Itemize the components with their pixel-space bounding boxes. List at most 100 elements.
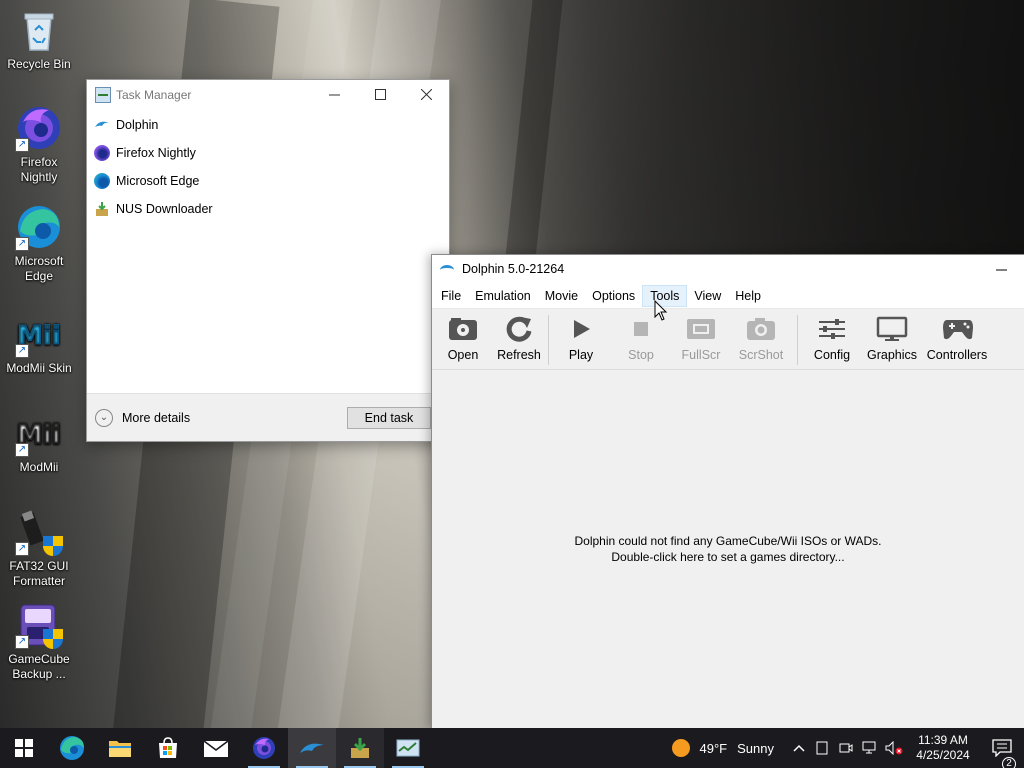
desktop-icon-microsoft-edge[interactable]: ↗ Microsoft Edge bbox=[1, 203, 77, 284]
start-button[interactable] bbox=[0, 728, 48, 768]
desktop-icon-modmii-skin[interactable]: Mii ↗ ModMii Skin bbox=[1, 310, 77, 376]
fullscreen-icon bbox=[685, 315, 717, 343]
refresh-label: Refresh bbox=[497, 348, 541, 362]
menu-help[interactable]: Help bbox=[728, 285, 768, 307]
stop-button[interactable]: Stop bbox=[609, 315, 673, 362]
app-item-microsoft-edge[interactable]: Microsoft Edge bbox=[87, 167, 449, 195]
uac-shield-icon bbox=[43, 536, 63, 556]
shortcut-arrow-icon: ↗ bbox=[15, 344, 29, 358]
graphics-button[interactable]: Graphics bbox=[862, 315, 922, 362]
task-manager-window[interactable]: Task Manager Dolphin Firefox Nightly Mic… bbox=[86, 79, 450, 442]
app-name: NUS Downloader bbox=[116, 202, 213, 216]
taskbar-dolphin[interactable] bbox=[288, 728, 336, 768]
maximize-button[interactable] bbox=[357, 80, 403, 109]
toolbar-separator bbox=[797, 315, 798, 365]
minimize-button[interactable] bbox=[978, 255, 1024, 283]
toolbar-separator bbox=[548, 315, 549, 365]
taskbar-task-manager[interactable] bbox=[384, 728, 432, 768]
camera-meeting-icon[interactable] bbox=[834, 742, 858, 754]
network-icon[interactable] bbox=[858, 741, 882, 755]
chevron-down-icon[interactable]: ⌄ bbox=[95, 408, 113, 427]
play-button[interactable]: Play bbox=[553, 315, 609, 362]
fullscreen-button[interactable]: FullScr bbox=[673, 315, 729, 362]
window-title: Task Manager bbox=[116, 87, 192, 102]
desktop-icon-label: FAT32 GUI Formatter bbox=[9, 559, 69, 588]
desktop-icon-fat32-gui-formatter[interactable]: ↗ FAT32 GUI Formatter bbox=[1, 508, 77, 589]
desktop-icon-modmii[interactable]: Mii ↗ ModMii bbox=[1, 409, 77, 475]
monitor-icon bbox=[876, 315, 908, 343]
menu-movie[interactable]: Movie bbox=[538, 285, 585, 307]
volume-muted-icon[interactable] bbox=[882, 741, 906, 755]
mouse-cursor-icon bbox=[654, 300, 668, 321]
dolphin-titlebar[interactable]: Dolphin 5.0-21264 bbox=[432, 255, 1024, 283]
clock-time: 11:39 AM bbox=[918, 733, 968, 747]
desktop-icon-label: GameCube Backup ... bbox=[8, 652, 70, 681]
recycle-bin-icon bbox=[15, 6, 63, 54]
clock[interactable]: 11:39 AM 4/25/2024 bbox=[906, 733, 980, 763]
notifications-button[interactable]: 2 bbox=[980, 739, 1024, 768]
weather-sun-icon[interactable] bbox=[668, 738, 694, 758]
app-item-dolphin[interactable]: Dolphin bbox=[87, 111, 449, 139]
more-details-link[interactable]: More details bbox=[122, 411, 190, 425]
app-item-firefox-nightly[interactable]: Firefox Nightly bbox=[87, 139, 449, 167]
app-name: Dolphin bbox=[116, 118, 159, 132]
desktop-icon-label: Firefox Nightly bbox=[20, 155, 58, 184]
edge-icon: ↗ bbox=[15, 203, 63, 251]
desktop-icon-gamecube-backup[interactable]: ↗ GameCube Backup ... bbox=[1, 601, 77, 682]
taskbar-microsoft-store[interactable] bbox=[144, 728, 192, 768]
weather-temperature[interactable]: 49°F bbox=[700, 741, 728, 756]
task-manager-icon bbox=[95, 86, 111, 103]
play-icon bbox=[565, 315, 597, 343]
camera-icon bbox=[745, 315, 777, 343]
task-manager-titlebar[interactable]: Task Manager bbox=[87, 80, 449, 109]
taskbar-firefox-nightly[interactable] bbox=[240, 728, 288, 768]
dolphin-icon bbox=[440, 263, 456, 275]
desktop-icon-recycle-bin[interactable]: Recycle Bin bbox=[1, 6, 77, 72]
shortcut-arrow-icon: ↗ bbox=[15, 237, 29, 251]
dolphin-window[interactable]: Dolphin 5.0-21264 File Emulation Movie O… bbox=[431, 254, 1024, 728]
menu-options[interactable]: Options bbox=[585, 285, 642, 307]
tablet-icon[interactable] bbox=[810, 741, 834, 755]
open-label: Open bbox=[447, 348, 479, 362]
taskbar-edge[interactable] bbox=[48, 728, 96, 768]
wallpaper-streak bbox=[504, 0, 566, 271]
task-manager-footer: ⌄ More details End task bbox=[87, 393, 449, 441]
dolphin-icon bbox=[94, 117, 110, 133]
fat32-formatter-icon: ↗ bbox=[15, 508, 63, 556]
task-manager-app-list: Dolphin Firefox Nightly Microsoft Edge N… bbox=[87, 109, 449, 223]
taskbar-file-explorer[interactable] bbox=[96, 728, 144, 768]
store-icon bbox=[159, 737, 177, 758]
refresh-icon bbox=[503, 315, 535, 343]
app-item-nus-downloader[interactable]: NUS Downloader bbox=[87, 195, 449, 223]
screenshot-button[interactable]: ScrShot bbox=[729, 315, 793, 362]
toolbar: Open Refresh Play Stop FullScr ScrShot C… bbox=[432, 309, 1024, 370]
close-button[interactable] bbox=[403, 80, 449, 109]
gamecube-backup-icon: ↗ bbox=[15, 601, 63, 649]
controllers-button[interactable]: Controllers bbox=[922, 315, 992, 362]
end-task-button[interactable]: End task bbox=[347, 407, 431, 429]
stop-icon bbox=[625, 315, 657, 343]
firefox-nightly-icon: ↗ bbox=[15, 104, 63, 152]
minimize-button[interactable] bbox=[311, 80, 357, 109]
firefox-nightly-icon bbox=[253, 737, 275, 759]
show-hidden-icons-chevron-up-icon[interactable] bbox=[788, 744, 810, 752]
game-list-area[interactable]: Dolphin could not find any GameCube/Wii … bbox=[432, 369, 1024, 728]
weather-description[interactable]: Sunny bbox=[737, 741, 774, 756]
stop-label: Stop bbox=[628, 348, 654, 362]
app-name: Firefox Nightly bbox=[116, 146, 196, 160]
menu-emulation[interactable]: Emulation bbox=[468, 285, 538, 307]
edge-icon bbox=[94, 173, 110, 189]
taskbar-mail[interactable] bbox=[192, 728, 240, 768]
config-button[interactable]: Config bbox=[802, 315, 862, 362]
menu-file[interactable]: File bbox=[434, 285, 468, 307]
menu-view[interactable]: View bbox=[687, 285, 728, 307]
open-button[interactable]: Open bbox=[432, 315, 494, 362]
desktop-icon-firefox-nightly[interactable]: ↗ Firefox Nightly bbox=[1, 104, 77, 185]
desktop-icon-label: ModMii Skin bbox=[6, 361, 72, 375]
refresh-button[interactable]: Refresh bbox=[494, 315, 544, 362]
open-icon bbox=[447, 315, 479, 343]
nus-downloader-icon bbox=[351, 738, 369, 758]
edge-icon bbox=[60, 736, 84, 760]
taskbar-nus-downloader[interactable] bbox=[336, 728, 384, 768]
settings-sliders-icon bbox=[816, 315, 848, 343]
